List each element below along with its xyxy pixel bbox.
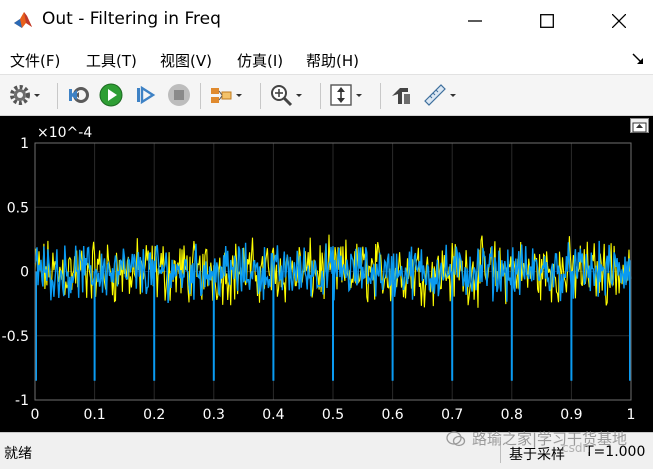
highlight-button[interactable] [388, 81, 414, 109]
x-tick-label: 0.5 [322, 407, 344, 423]
menu-file[interactable]: 文件(F) [10, 50, 60, 71]
signal-select-button[interactable] [208, 81, 244, 109]
x-tick-label: 0 [31, 407, 40, 423]
y-multiplier-label: ×10^-4 [37, 125, 92, 141]
y-tick-label: 0 [20, 265, 29, 281]
status-text: 就绪 [4, 446, 32, 462]
watermark-text: 路瑜之家|学习干货基地 [472, 430, 628, 448]
chevron-down-icon [356, 94, 362, 97]
gear-icon [10, 85, 30, 105]
x-tick-label: 1 [627, 407, 636, 423]
menu-simulation[interactable]: 仿真(I) [237, 50, 283, 71]
signal-select-icon [211, 88, 232, 103]
step-back-button[interactable] [66, 81, 92, 109]
dock-arrow-icon[interactable] [631, 52, 645, 66]
chevron-down-icon [296, 94, 302, 97]
x-tick-label: 0.6 [381, 407, 403, 423]
stop-icon [168, 84, 190, 106]
matlab-logo-icon [12, 9, 34, 31]
watermark: 路瑜之家|学习干货基地 [446, 428, 627, 449]
measure-icon [424, 84, 446, 106]
x-tick-label: 0.9 [560, 407, 582, 423]
menu-tools[interactable]: 工具(T) [86, 50, 137, 71]
x-tick-label: 0.1 [83, 407, 105, 423]
menu-bar: 文件(F) 工具(T) 视图(V) 仿真(I) 帮助(H) [0, 42, 653, 74]
zoom-button[interactable] [268, 81, 304, 109]
run-button[interactable] [98, 81, 124, 109]
x-tick-label: 0.2 [143, 407, 165, 423]
minimize-icon [468, 20, 482, 22]
title-bar: Out - Filtering in Freq [0, 0, 653, 42]
chevron-down-icon [450, 94, 456, 97]
wechat-icon [446, 430, 466, 446]
y-tick-label: -0.5 [2, 329, 29, 345]
autoscale-button[interactable] [328, 81, 364, 109]
x-tick-label: 0.3 [203, 407, 225, 423]
menu-help[interactable]: 帮助(H) [306, 50, 359, 71]
step-back-icon [69, 87, 89, 103]
y-tick-label: -1 [15, 393, 29, 409]
close-icon [612, 14, 626, 28]
maximize-icon [540, 14, 554, 28]
zoom-icon [271, 85, 293, 107]
step-forward-button[interactable] [133, 81, 159, 109]
run-icon [99, 83, 123, 107]
autoscale-icon [330, 84, 352, 106]
minimize-button[interactable] [452, 6, 498, 36]
menu-view[interactable]: 视图(V) [160, 50, 212, 71]
stop-button[interactable] [166, 81, 192, 109]
highlight-icon [392, 88, 410, 104]
y-tick-label: 1 [20, 136, 29, 152]
chevron-down-icon [236, 94, 242, 97]
window-title: Out - Filtering in Freq [42, 9, 221, 29]
x-tick-label: 0.7 [441, 407, 463, 423]
close-button[interactable] [596, 6, 642, 36]
undock-icon [632, 122, 647, 133]
toolbar [0, 74, 653, 116]
x-tick-label: 0.4 [262, 407, 284, 423]
csdn-watermark: csdn [562, 441, 591, 455]
scope-chart: 1 0.5 0 -0.5 -1 0 0.1 0.2 0.3 0.4 0.5 0.6 0.7 0.8 0.9… [2, 125, 636, 423]
settings-button[interactable] [8, 81, 42, 109]
undock-button[interactable] [630, 118, 649, 133]
chevron-down-icon [34, 94, 40, 97]
maximize-button[interactable] [524, 6, 570, 36]
measure-button[interactable] [422, 81, 458, 109]
x-tick-label: 0.8 [501, 407, 523, 423]
step-forward-icon [137, 85, 156, 105]
scope-display: 1 0.5 0 -0.5 -1 0 0.1 0.2 0.3 0.4 0.5 0.6 0.7 0.8 0.9… [0, 116, 653, 432]
y-tick-label: 0.5 [7, 200, 29, 216]
